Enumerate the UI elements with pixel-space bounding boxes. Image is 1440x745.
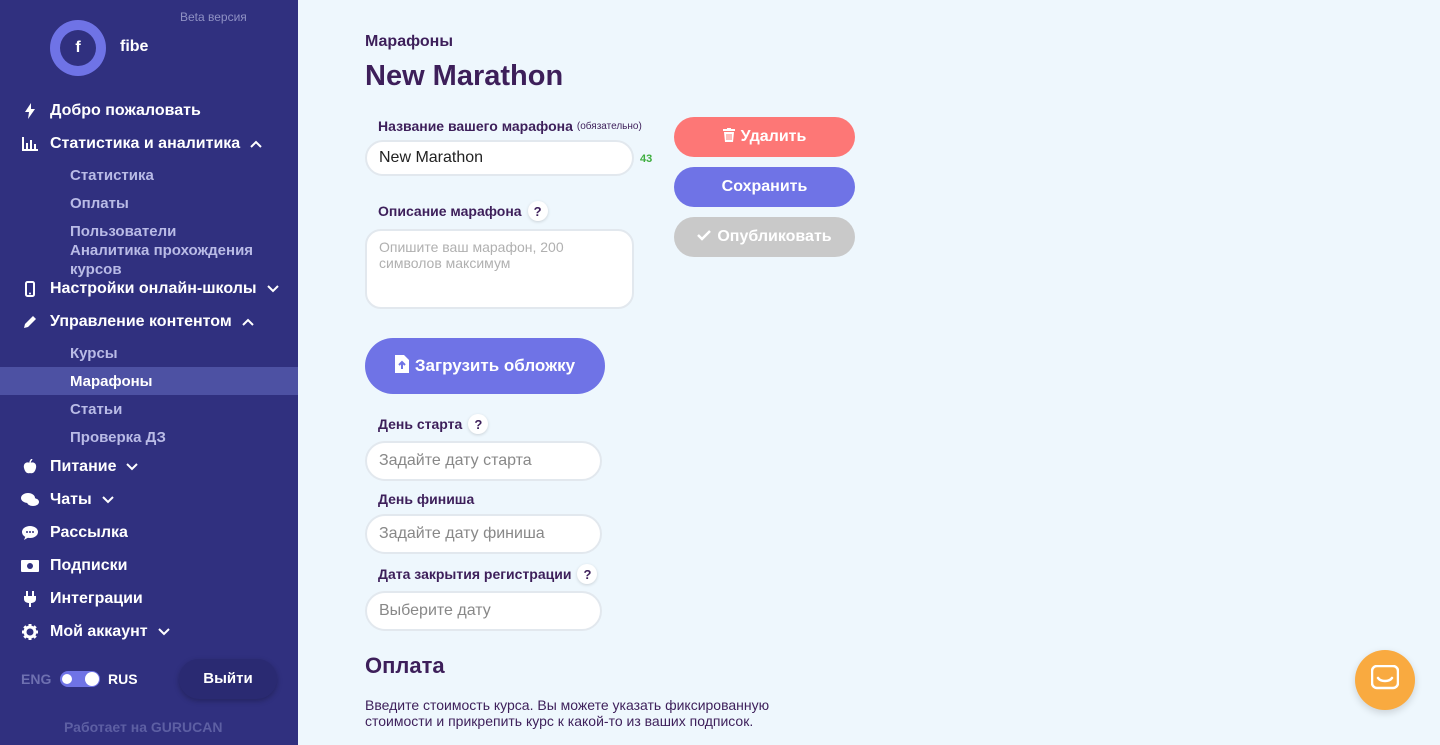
required-hint: (обязательно) [576,120,642,132]
sidebar-subitem-courses[interactable]: Курсы [70,344,118,363]
start-date-input[interactable] [365,441,602,481]
chevron-down-icon [157,628,170,636]
description-label: Описание марафона ? [378,201,548,221]
payment-description: Введите стоимость курса. Вы можете указа… [365,697,770,729]
finish-label-text: День финиша [378,491,475,507]
sidebar-subitem-course-analytics[interactable]: Аналитика прохождения курсов [70,241,270,279]
close-registration-label-text: Дата закрытия регистрации [378,566,572,582]
sidebar-item-welcome[interactable]: Добро пожаловать [0,97,298,125]
sidebar: Beta версия f fibe Добро пожаловать Стат… [0,0,298,745]
sidebar-item-chats[interactable]: Чаты [0,486,298,514]
beta-label: Beta версия [180,10,247,24]
save-label: Сохранить [721,178,808,195]
comment-icon [20,526,40,540]
sidebar-item-account[interactable]: Мой аккаунт [0,618,298,646]
sidebar-item-statistics[interactable]: Статистика и аналитика [0,130,298,158]
sidebar-subitem-statistics[interactable]: Статистика [70,166,154,185]
close-registration-label: Дата закрытия регистрации ? [378,564,598,584]
sidebar-item-label: Мой аккаунт [50,623,148,640]
finish-label: День финиша [378,491,474,507]
sidebar-item-label: Настройки онлайн-школы [50,280,257,297]
help-icon[interactable]: ? [468,414,489,434]
payment-title: Оплата [365,653,445,678]
name-label-text: Название вашего марафона [378,118,573,134]
gear-icon [20,624,40,640]
close-registration-input[interactable] [365,591,602,631]
start-label: День старта ? [378,414,489,434]
sidebar-subitem-users[interactable]: Пользователи [70,222,176,241]
marathon-name-input[interactable] [365,140,634,176]
file-upload-icon [394,354,409,378]
sidebar-item-label: Статистика и аналитика [50,135,241,152]
delete-button[interactable]: Удалить [674,117,855,157]
sidebar-item-label: Управление контентом [50,313,232,330]
upload-cover-button[interactable]: Загрузить обложку [365,338,605,394]
help-icon[interactable]: ? [577,564,598,584]
lang-rus[interactable]: RUS [108,671,138,687]
plug-icon [20,591,40,607]
sidebar-item-mailing[interactable]: Рассылка [0,519,298,547]
chevron-down-icon [101,496,114,504]
sidebar-item-integrations[interactable]: Интеграции [0,585,298,613]
sidebar-item-label: Чаты [50,491,92,508]
publish-label: Опубликовать [717,228,832,245]
powered-by: Работает на GURUCAN [64,719,223,735]
pencil-icon [20,314,40,330]
page-title: New Marathon [365,60,564,92]
sidebar-item-school-settings[interactable]: Настройки онлайн-школы [0,275,298,303]
avatar-letter: f [60,30,96,66]
apple-icon [20,459,40,475]
sidebar-item-nutrition[interactable]: Питание [0,453,298,481]
help-icon[interactable]: ? [527,201,548,221]
mobile-icon [20,281,40,297]
sidebar-subitem-articles[interactable]: Статьи [70,400,122,419]
chat-icon [20,493,40,507]
upload-cover-label: Загрузить обложку [414,356,576,375]
username[interactable]: fibe [120,38,148,56]
avatar[interactable]: f [50,20,106,76]
sidebar-item-subscriptions[interactable]: Подписки [0,552,298,580]
language-toggle[interactable] [60,671,100,687]
sidebar-item-label: Питание [50,458,117,475]
chat-icon [1370,664,1400,696]
publish-button[interactable]: Опубликовать [674,217,855,257]
description-textarea[interactable] [365,229,634,309]
sidebar-subitem-marathons[interactable]: Марафоны [70,372,153,391]
logout-button[interactable]: Выйти [179,659,277,699]
sidebar-item-label: Интеграции [50,590,143,607]
trash-icon [722,127,735,147]
lang-eng[interactable]: ENG [21,671,51,687]
chevron-down-icon [126,463,139,471]
support-chat-button[interactable] [1355,650,1415,710]
chevron-up-icon [250,140,262,148]
delete-label: Удалить [740,128,807,145]
sidebar-subitem-homework[interactable]: Проверка ДЗ [70,428,166,447]
save-button[interactable]: Сохранить [674,167,855,207]
money-icon [20,560,40,572]
sidebar-item-label: Подписки [50,557,128,574]
sidebar-subitem-payments[interactable]: Оплаты [70,194,129,213]
chevron-down-icon [266,285,279,293]
start-label-text: День старта [378,416,463,432]
bolt-icon [20,103,40,119]
char-counter: 43 [640,153,653,165]
sidebar-item-label: Добро пожаловать [50,102,201,119]
name-label: Название вашего марафона (обязательно) [378,118,642,134]
breadcrumb[interactable]: Марафоны [365,33,453,51]
chart-icon [20,137,40,151]
description-label-text: Описание марафона [378,203,522,219]
finish-date-input[interactable] [365,514,602,554]
sidebar-item-content[interactable]: Управление контентом [0,308,298,336]
check-icon [697,228,712,246]
sidebar-item-label: Рассылка [50,524,128,541]
chevron-up-icon [241,318,254,326]
